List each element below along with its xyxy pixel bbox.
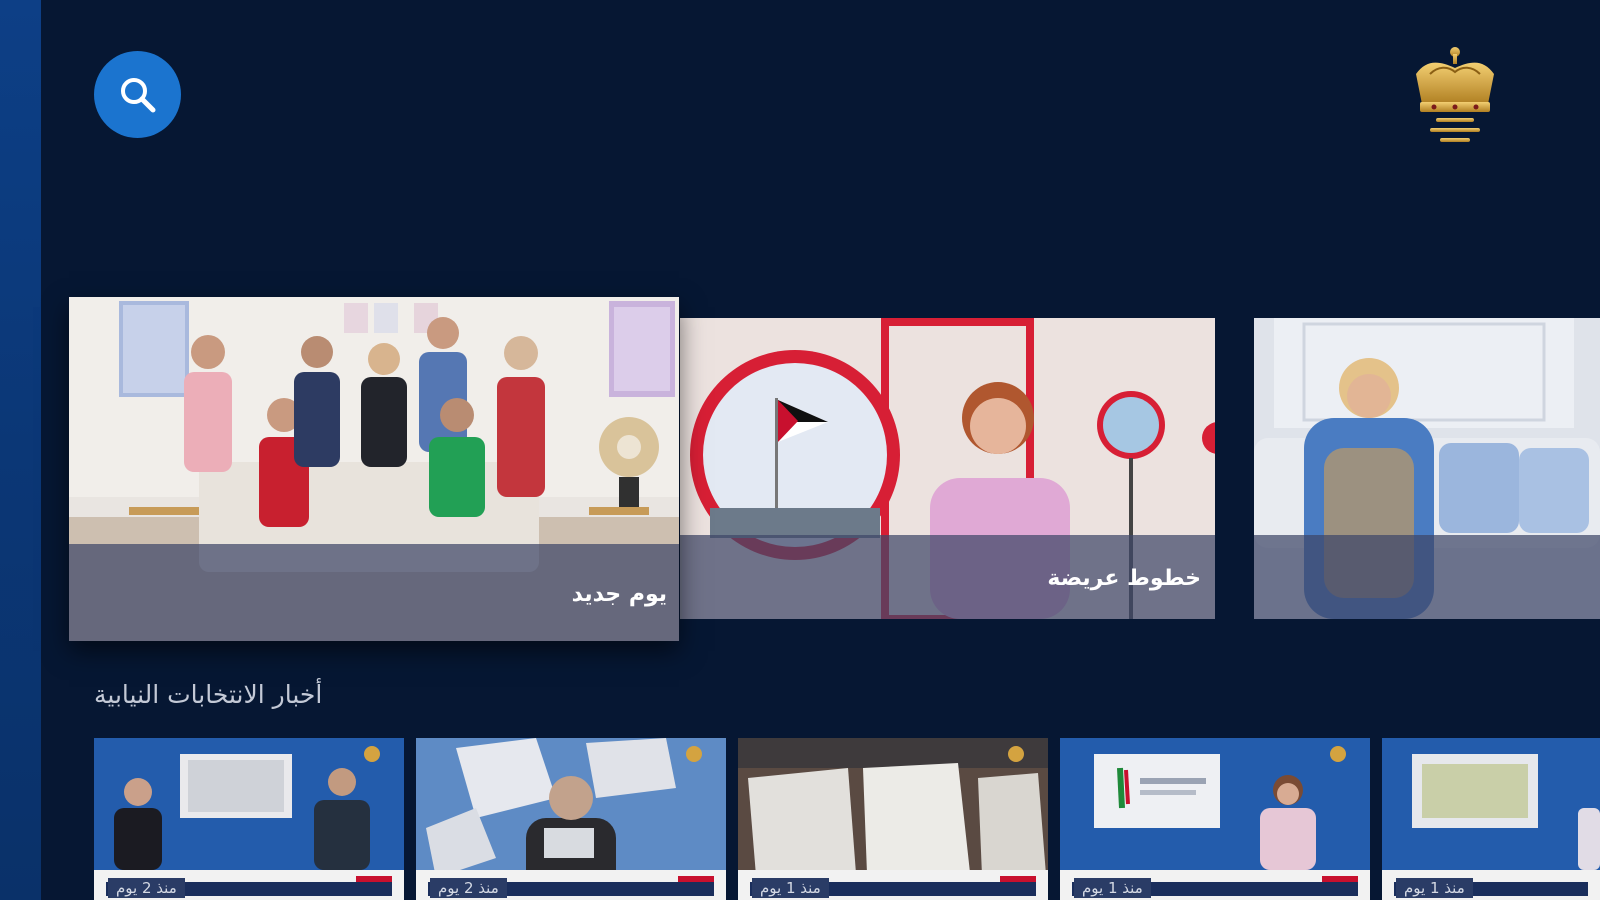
item-timestamp: منذ 1 يوم (1074, 878, 1151, 898)
news-item[interactable]: منذ 2 يوم (416, 738, 726, 900)
channel-logo[interactable] (1408, 44, 1502, 148)
featured-card-partial[interactable] (1254, 318, 1600, 619)
card-caption-bar (1254, 535, 1600, 619)
section-title: أخبار الانتخابات النيابية (94, 680, 323, 709)
item-timestamp: منذ 1 يوم (1396, 878, 1473, 898)
item-timestamp: منذ 1 يوم (752, 878, 829, 898)
item-timestamp: منذ 2 يوم (430, 878, 507, 898)
search-button[interactable] (94, 51, 181, 138)
news-item[interactable]: منذ 1 يوم (738, 738, 1048, 900)
side-rail (0, 0, 41, 900)
card-title: خطوط عريضة (1047, 566, 1201, 591)
item-timestamp: منذ 2 يوم (108, 878, 185, 898)
news-item[interactable]: منذ 1 يوم (1382, 738, 1600, 900)
crown-logo-icon (1416, 47, 1494, 142)
card-title: يوم جديد (571, 582, 667, 607)
featured-card-khutoot-areeda[interactable]: خطوط عريضة (680, 318, 1215, 619)
featured-card-yawm-jadeed[interactable]: يوم جديد (69, 297, 679, 641)
news-item[interactable]: منذ 2 يوم (94, 738, 404, 900)
news-item[interactable]: منذ 1 يوم (1060, 738, 1370, 900)
search-icon (120, 77, 155, 112)
